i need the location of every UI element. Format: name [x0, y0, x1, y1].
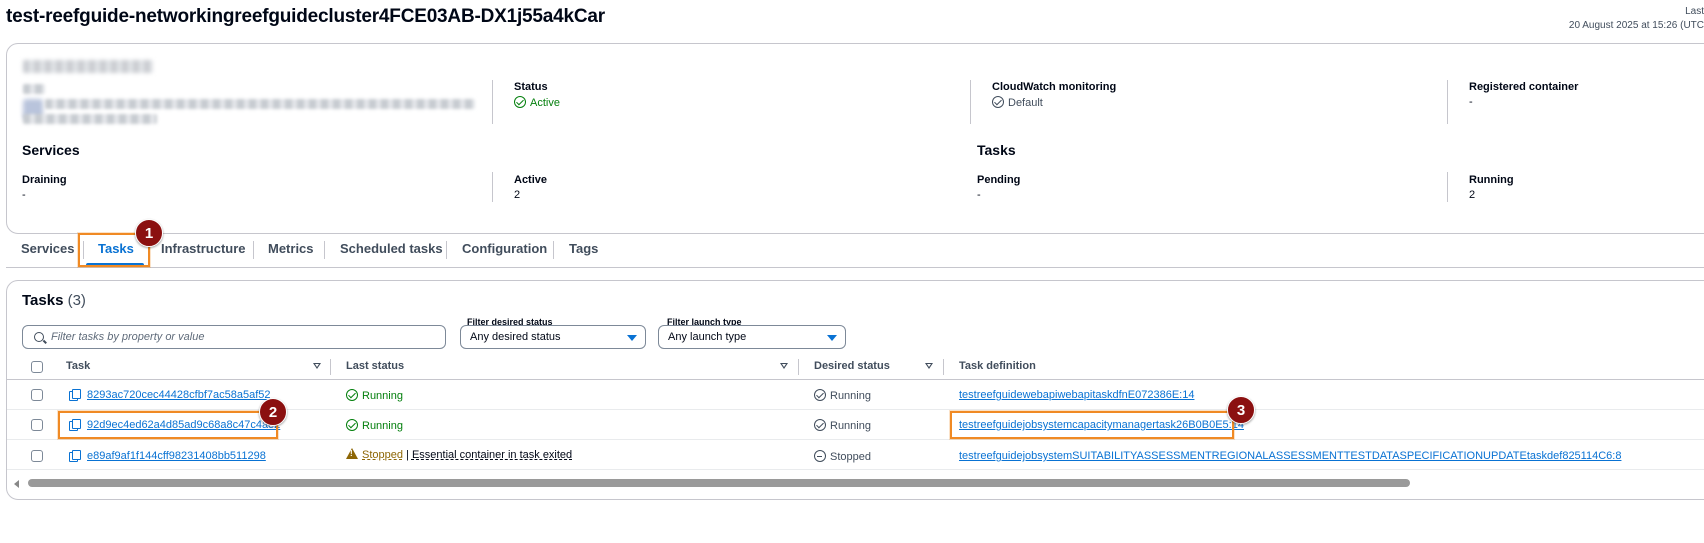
- tab-configuration[interactable]: Configuration: [462, 232, 547, 266]
- pending-label: Pending: [977, 174, 1021, 186]
- row-checkbox[interactable]: [31, 419, 43, 431]
- status-value: Active: [514, 96, 560, 109]
- stopped-reason-text: Essential container in task exited: [411, 449, 573, 461]
- pending-value: -: [977, 189, 981, 201]
- filter-launch-type-select[interactable]: Any launch type: [658, 325, 846, 349]
- status-label: Status: [514, 81, 548, 93]
- table-header: Task Last status Desired status Task def…: [7, 354, 1704, 380]
- filter-desired-status-value: Any desired status: [470, 331, 561, 343]
- desired-status-cell: Stopped: [814, 450, 871, 463]
- redacted-arn-line-2: [23, 114, 157, 124]
- scroll-left-icon[interactable]: [14, 480, 19, 488]
- column-header-last-status[interactable]: Last status: [346, 360, 404, 372]
- tab-services[interactable]: Services: [21, 232, 75, 266]
- tab-tags[interactable]: Tags: [569, 232, 598, 266]
- sort-icon[interactable]: [780, 363, 788, 369]
- filter-launch-type-value: Any launch type: [668, 331, 747, 343]
- caret-down-icon: [627, 335, 637, 341]
- stopped-status-text: Stopped: [362, 449, 403, 461]
- row-checkbox[interactable]: [31, 450, 43, 462]
- registered-value: -: [1469, 96, 1473, 108]
- task-id-link[interactable]: 8293ac720cec44428cfbf7ac58a5af52: [87, 389, 271, 401]
- divider: [1447, 172, 1448, 202]
- column-divider[interactable]: [798, 359, 799, 375]
- annotation-badge-3: 3: [1227, 396, 1255, 424]
- redacted-label: [23, 84, 45, 94]
- column-divider[interactable]: [943, 359, 944, 375]
- tasks-panel: Tasks (3) Filter desired status Any desi…: [6, 280, 1704, 500]
- highlight-task-id: [58, 411, 278, 439]
- page-title: test-reefguide-networkingreefguidecluste…: [6, 6, 605, 27]
- column-divider[interactable]: [330, 359, 331, 375]
- tab-metrics[interactable]: Metrics: [268, 232, 314, 266]
- filter-desired-status-select[interactable]: Any desired status: [460, 325, 646, 349]
- last-status-cell: Running: [346, 419, 403, 432]
- active-value: 2: [514, 189, 521, 201]
- tasks-heading: Tasks: [977, 142, 1016, 158]
- column-header-task[interactable]: Task: [66, 360, 90, 372]
- running-value: 2: [1469, 189, 1476, 201]
- divider: [1447, 80, 1448, 124]
- table-row: e89af9af1f144cff98231408bb511298 Stopped…: [7, 440, 1704, 470]
- check-circle-icon: [814, 419, 826, 431]
- cluster-overview-card: Status Active CloudWatch monitoring Defa…: [6, 43, 1704, 234]
- last-status-cell: Running: [346, 389, 403, 402]
- redacted-heading: [23, 60, 153, 73]
- warning-icon: [346, 448, 358, 459]
- active-label: Active: [514, 174, 548, 186]
- tab-divider: [324, 241, 325, 259]
- sort-icon[interactable]: [313, 363, 321, 369]
- sort-icon[interactable]: [925, 363, 933, 369]
- cloudwatch-value: Default: [992, 96, 1043, 109]
- divider: [492, 80, 493, 124]
- desired-status-cell: Running: [814, 419, 871, 432]
- success-icon: [346, 389, 358, 401]
- tasks-panel-heading: Tasks (3): [22, 292, 86, 309]
- caret-down-icon: [827, 335, 837, 341]
- task-id-link[interactable]: e89af9af1f144cff98231408bb511298: [87, 450, 266, 462]
- cloudwatch-label: CloudWatch monitoring: [992, 81, 1117, 93]
- divider: [492, 172, 493, 202]
- check-circle-icon: [814, 389, 826, 401]
- annotation-badge-1: 1: [135, 219, 163, 247]
- row-checkbox[interactable]: [31, 389, 43, 401]
- stopped-circle-icon: [814, 450, 826, 462]
- select-all-checkbox[interactable]: [31, 361, 43, 373]
- column-header-task-definition[interactable]: Task definition: [959, 360, 1036, 372]
- running-label: Running: [1469, 174, 1514, 186]
- highlight-task-definition: [950, 411, 1234, 439]
- redacted-arn-line-1: [45, 99, 475, 109]
- draining-label: Draining: [22, 174, 67, 186]
- last-updated: Last 20 August 2025 at 15:26 (UTC: [1544, 5, 1704, 33]
- copy-icon[interactable]: [69, 389, 81, 401]
- tab-divider: [253, 241, 254, 259]
- registered-label: Registered container: [1469, 81, 1579, 93]
- success-icon: [346, 419, 358, 431]
- copy-icon[interactable]: [69, 450, 81, 462]
- services-heading: Services: [22, 142, 80, 158]
- draining-value: -: [22, 189, 26, 201]
- annotation-badge-2: 2: [259, 398, 287, 426]
- success-icon: [514, 96, 526, 108]
- last-status-cell[interactable]: Stopped | Essential container in task ex…: [346, 448, 572, 461]
- task-search-input[interactable]: [51, 329, 431, 345]
- horizontal-scrollbar[interactable]: [28, 479, 1410, 487]
- task-definition-link[interactable]: testreefguidejobsystemSUITABILITYASSESSM…: [959, 450, 1621, 462]
- search-icon: [34, 332, 44, 342]
- last-updated-value: 20 August 2025 at 15:26 (UTC: [1568, 20, 1704, 31]
- task-search-box[interactable]: [22, 325, 446, 349]
- check-circle-icon: [992, 96, 1004, 108]
- column-header-desired-status[interactable]: Desired status: [814, 360, 890, 372]
- task-definition-link[interactable]: testreefguidewebapiwebapitaskdfnE072386E…: [959, 389, 1194, 401]
- tab-infrastructure[interactable]: Infrastructure: [161, 232, 246, 266]
- tab-divider: [446, 241, 447, 259]
- divider: [970, 80, 971, 124]
- tasks-count: (3): [67, 292, 86, 309]
- tab-divider: [553, 241, 554, 259]
- tab-scheduled-tasks[interactable]: Scheduled tasks: [340, 232, 443, 266]
- desired-status-cell: Running: [814, 389, 871, 402]
- tab-bar: Services Tasks Infrastructure Metrics Sc…: [6, 232, 1704, 268]
- last-updated-label: Last: [1685, 6, 1704, 17]
